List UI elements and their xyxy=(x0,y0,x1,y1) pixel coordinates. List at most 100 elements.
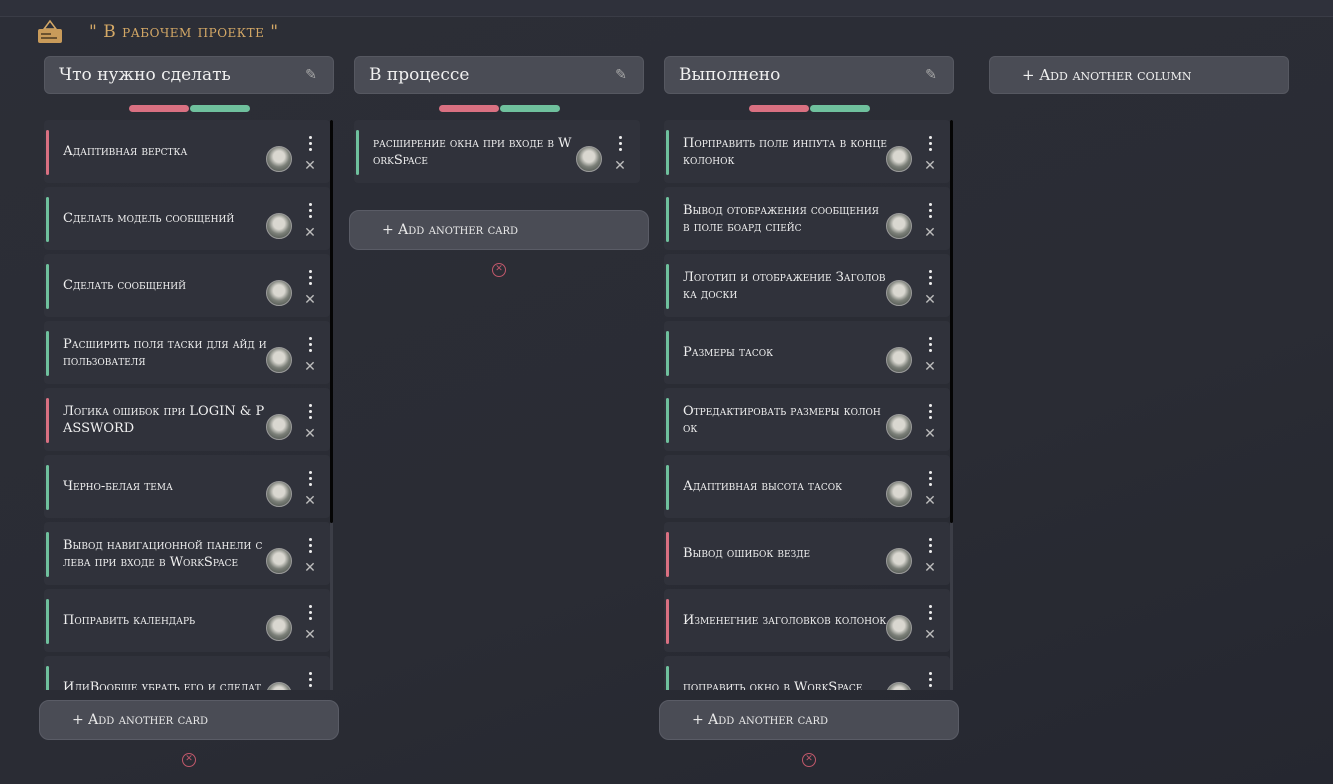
avatar[interactable] xyxy=(266,213,292,239)
column-header-todo[interactable]: Что нужно сделать ✎ xyxy=(44,56,334,94)
avatar[interactable] xyxy=(886,615,912,641)
task-card[interactable]: Адаптивная верстка ✕ xyxy=(44,120,330,183)
close-icon[interactable]: ✕ xyxy=(923,360,937,374)
kebab-menu-icon[interactable] xyxy=(307,538,313,554)
task-text[interactable]: ИлиВообще убрать его и сделат xyxy=(63,656,268,690)
kebab-menu-icon[interactable] xyxy=(927,203,933,219)
avatar[interactable] xyxy=(266,414,292,440)
close-icon[interactable]: ✕ xyxy=(303,561,317,575)
column-header-in-progress[interactable]: В процессе ✎ xyxy=(354,56,644,94)
avatar[interactable] xyxy=(266,481,292,507)
avatar[interactable] xyxy=(886,548,912,574)
task-card[interactable]: Логика ошибок при LOGIN & PASSWORD ✕ xyxy=(44,388,330,451)
avatar[interactable] xyxy=(266,615,292,641)
close-icon[interactable]: ✕ xyxy=(303,226,317,240)
close-icon[interactable]: ✕ xyxy=(303,628,317,642)
column-header-done[interactable]: Выполнено ✎ xyxy=(664,56,954,94)
close-icon[interactable]: ✕ xyxy=(303,360,317,374)
kebab-menu-icon[interactable] xyxy=(307,605,313,621)
avatar[interactable] xyxy=(886,213,912,239)
kebab-menu-icon[interactable] xyxy=(307,203,313,219)
pencil-icon[interactable]: ✎ xyxy=(923,67,939,83)
avatar[interactable] xyxy=(266,280,292,306)
remove-circle-icon[interactable]: ✕ xyxy=(182,753,196,767)
add-card-button[interactable]: + Add another card xyxy=(39,700,339,740)
kebab-menu-icon[interactable] xyxy=(927,136,933,152)
task-card[interactable]: Логотип и отображение Заголовка доски ✕ xyxy=(664,254,950,317)
avatar[interactable] xyxy=(886,481,912,507)
avatar[interactable] xyxy=(886,682,912,690)
card-list-done[interactable]: Порправить поле инпута в конце колонок ✕ В… xyxy=(664,120,958,690)
pencil-icon[interactable]: ✎ xyxy=(613,67,629,83)
task-text[interactable]: Сделать модель сообщений xyxy=(63,187,268,250)
avatar[interactable] xyxy=(886,146,912,172)
task-text[interactable]: Поправить календарь xyxy=(63,589,268,652)
close-icon[interactable]: ✕ xyxy=(923,293,937,307)
avatar[interactable] xyxy=(266,347,292,373)
avatar[interactable] xyxy=(576,146,602,172)
task-card[interactable]: ИлиВообще убрать его и сделат✕ xyxy=(44,656,330,690)
kebab-menu-icon[interactable] xyxy=(927,270,933,286)
briefcase-icon[interactable] xyxy=(35,19,65,45)
task-text[interactable]: Логика ошибок при LOGIN & PASSWORD xyxy=(63,388,268,451)
close-icon[interactable]: ✕ xyxy=(923,561,937,575)
close-icon[interactable]: ✕ xyxy=(923,159,937,173)
task-text[interactable]: Адаптивная высота тасок xyxy=(683,455,888,518)
avatar[interactable] xyxy=(886,414,912,440)
task-card[interactable]: Отредактировать размеры колонок ✕ xyxy=(664,388,950,451)
task-card[interactable]: поправить окно в WorkSpace✕ xyxy=(664,656,950,690)
column-title[interactable]: В процессе xyxy=(369,65,469,85)
task-text[interactable]: Расширить поля таски для айд и пользоват… xyxy=(63,321,268,384)
task-card[interactable]: Расширить поля таски для айд и пользоват… xyxy=(44,321,330,384)
close-icon[interactable]: ✕ xyxy=(303,427,317,441)
kebab-menu-icon[interactable] xyxy=(307,471,313,487)
task-text[interactable]: Логотип и отображение Заголовка доски xyxy=(683,254,888,317)
remove-circle-icon[interactable]: ✕ xyxy=(802,753,816,767)
task-card[interactable]: Порправить поле инпута в конце колонок ✕ xyxy=(664,120,950,183)
task-card[interactable]: Адаптивная высота тасок ✕ xyxy=(664,455,950,518)
task-card[interactable]: Сделать модель сообщений ✕ xyxy=(44,187,330,250)
kebab-menu-icon[interactable] xyxy=(927,337,933,353)
kebab-menu-icon[interactable] xyxy=(307,672,313,688)
task-card[interactable]: Изменегние заголовков колонок ✕ xyxy=(664,589,950,652)
add-card-button[interactable]: + Add another card xyxy=(349,210,649,250)
card-list-in-progress[interactable]: расширение окна при входе в WorkSpace ✕ xyxy=(354,120,648,190)
add-card-button[interactable]: + Add another card xyxy=(659,700,959,740)
task-text[interactable]: Отредактировать размеры колонок xyxy=(683,388,888,451)
pencil-icon[interactable]: ✎ xyxy=(303,67,319,83)
task-card[interactable]: Размеры тасок ✕ xyxy=(664,321,950,384)
kebab-menu-icon[interactable] xyxy=(307,136,313,152)
kebab-menu-icon[interactable] xyxy=(927,471,933,487)
avatar[interactable] xyxy=(266,682,292,690)
close-icon[interactable]: ✕ xyxy=(303,293,317,307)
kebab-menu-icon[interactable] xyxy=(307,270,313,286)
task-text[interactable]: Вывод ошибок везде xyxy=(683,522,888,585)
kebab-menu-icon[interactable] xyxy=(927,605,933,621)
close-icon[interactable]: ✕ xyxy=(923,494,937,508)
task-text[interactable]: Черно-белая тема xyxy=(63,455,268,518)
avatar[interactable] xyxy=(886,347,912,373)
task-text[interactable]: Размеры тасок xyxy=(683,321,888,384)
task-card[interactable]: Черно-белая тема ✕ xyxy=(44,455,330,518)
task-text[interactable]: расширение окна при входе в WorkSpace xyxy=(373,120,578,183)
close-icon[interactable]: ✕ xyxy=(923,628,937,642)
task-text[interactable]: Вывод навигационной панели слева при вхо… xyxy=(63,522,268,585)
avatar[interactable] xyxy=(886,280,912,306)
task-text[interactable]: Изменегние заголовков колонок xyxy=(683,589,888,652)
add-column-button[interactable]: + Add another column xyxy=(989,56,1289,94)
avatar[interactable] xyxy=(266,548,292,574)
task-card[interactable]: Вывод ошибок везде ✕ xyxy=(664,522,950,585)
task-text[interactable]: Вывод отображения сообщения в поле боард… xyxy=(683,187,888,250)
task-card[interactable]: Вывод навигационной панели слева при вхо… xyxy=(44,522,330,585)
kebab-menu-icon[interactable] xyxy=(307,337,313,353)
close-icon[interactable]: ✕ xyxy=(303,494,317,508)
card-list-todo[interactable]: Адаптивная верстка ✕ Сделать модель сообще… xyxy=(44,120,338,690)
close-icon[interactable]: ✕ xyxy=(923,427,937,441)
remove-circle-icon[interactable]: ✕ xyxy=(492,263,506,277)
scrollbar-thumb[interactable] xyxy=(950,120,953,523)
close-icon[interactable]: ✕ xyxy=(303,159,317,173)
task-text[interactable]: Сделать сообщений xyxy=(63,254,268,317)
close-icon[interactable]: ✕ xyxy=(613,159,627,173)
task-card[interactable]: расширение окна при входе в WorkSpace ✕ xyxy=(354,120,640,183)
column-title[interactable]: Что нужно сделать xyxy=(59,65,231,85)
